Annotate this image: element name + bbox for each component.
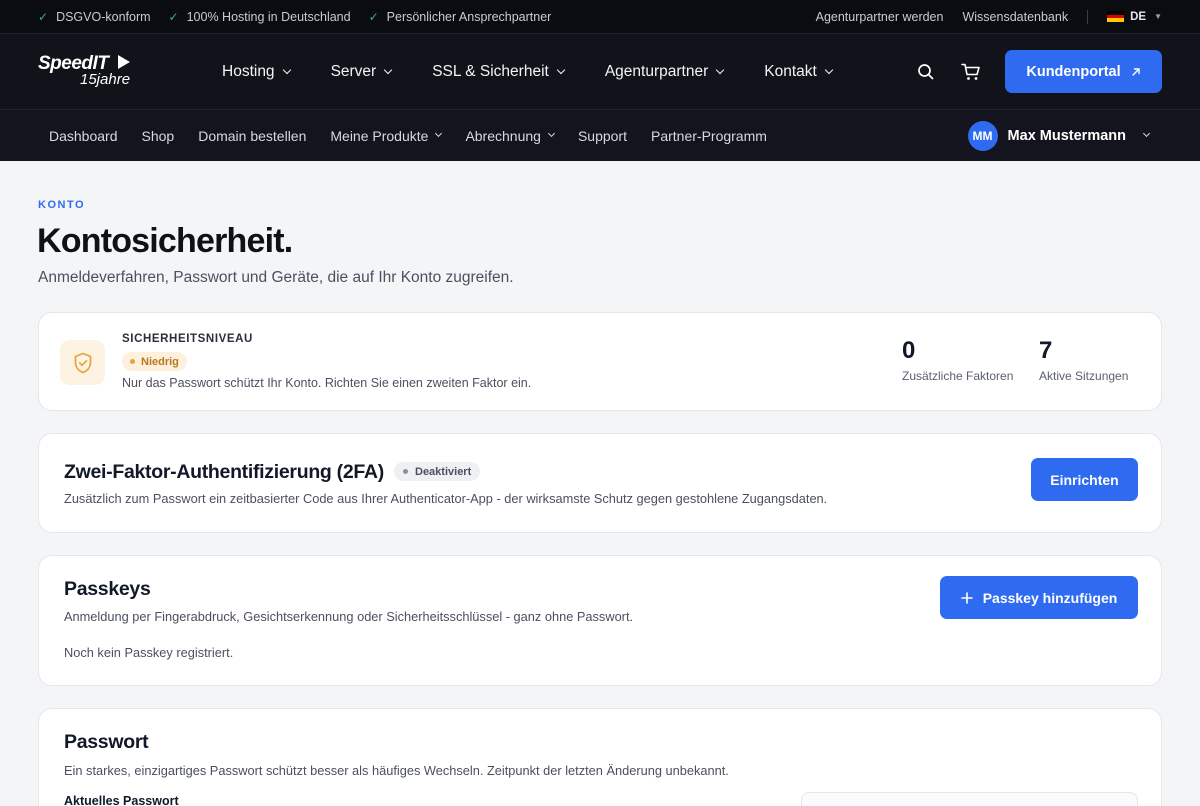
search-icon[interactable] [917, 63, 935, 81]
chevron-down-icon [556, 65, 566, 74]
subnav-partner-program[interactable]: Partner-Programm [651, 128, 767, 144]
nav-hosting[interactable]: Hosting [222, 63, 291, 81]
check-icon: ✓ [368, 9, 379, 24]
stat-additional-factors: 0 Zusätzliche Faktoren [902, 337, 1014, 383]
logo-arrow-icon [118, 54, 130, 69]
status-dot-icon [403, 469, 408, 474]
chevron-down-icon [282, 65, 291, 74]
check-icon: ✓ [168, 9, 179, 24]
speedit-logo[interactable]: SpeedIT 15jahre [38, 52, 148, 92]
nav-contact[interactable]: Kontakt [764, 63, 834, 81]
caret-down-icon: ▼ [1154, 12, 1162, 21]
security-level-label: SICHERHEITSNIVEAU [122, 333, 253, 345]
chevron-down-icon [715, 65, 725, 74]
status-badge: Deaktiviert [394, 462, 481, 481]
chevron-down-icon [1142, 129, 1151, 138]
page-title: Kontosicherheit. [37, 222, 293, 260]
top-bar: ✓ DSGVO-konform ✓ 100% Hosting in Deutschl… [0, 0, 1200, 33]
two-factor-card: Zwei-Faktor-Authentifizierung (2FA) Deak… [38, 433, 1162, 533]
customer-portal-button[interactable]: Kundenportal [1005, 50, 1162, 93]
shield-icon [60, 340, 105, 385]
subnav-billing[interactable]: Abrechnung [465, 128, 555, 144]
stat-active-sessions: 7 Aktive Sitzungen [1039, 337, 1129, 383]
divider [1087, 9, 1089, 24]
passkeys-card: Passkeys Anmeldung per Fingerabdruck, Ge… [38, 555, 1162, 686]
external-arrow-icon [1131, 67, 1140, 76]
nav-ssl-security[interactable]: SSL & Sicherheit [432, 63, 566, 81]
subnav-dashboard[interactable]: Dashboard [49, 128, 118, 144]
subnav-support[interactable]: Support [578, 128, 627, 144]
main-navigation: SpeedIT 15jahre Hosting Server SSL & Sic… [0, 33, 1200, 110]
passkeys-empty-state: Noch kein Passkey registriert. [64, 645, 234, 660]
two-factor-title: Zwei-Faktor-Authentifizierung (2FA) [64, 461, 384, 483]
german-flag-icon [1107, 11, 1125, 23]
chevron-down-icon [824, 65, 834, 74]
nav-server[interactable]: Server [331, 63, 393, 81]
plus-icon [960, 591, 973, 604]
status-dot-icon [130, 359, 135, 364]
page-eyebrow: KONTO [38, 199, 86, 211]
chevron-down-icon [435, 129, 443, 138]
page-subtitle: Anmeldeverfahren, Passwort und Geräte, d… [38, 269, 514, 286]
nav-agency-partner[interactable]: Agenturpartner [605, 63, 725, 81]
feature-item: ✓ DSGVO-konform [38, 9, 151, 24]
avatar: MM [967, 120, 998, 151]
language-switcher[interactable]: DE ▼ [1107, 11, 1162, 23]
security-level-description: Nur das Passwort schützt Ihr Konto. Rich… [122, 376, 532, 390]
knowledge-base-link[interactable]: Wissensdatenbank [962, 10, 1068, 24]
subnav-shop[interactable]: Shop [142, 128, 175, 144]
security-level-card: SICHERHEITSNIVEAU Niedrig Nur das Passwo… [38, 312, 1162, 411]
chevron-down-icon [383, 65, 393, 74]
feature-item: ✓ 100% Hosting in Deutschland [168, 9, 351, 24]
passkeys-description: Anmeldung per Fingerabdruck, Gesichtserk… [64, 609, 634, 624]
portal-subnavigation: Dashboard Shop Domain bestellen Meine Pr… [0, 110, 1200, 161]
subnav-domain-order[interactable]: Domain bestellen [198, 128, 306, 144]
subnav-my-products[interactable]: Meine Produkte [330, 128, 443, 144]
current-password-field[interactable] [801, 792, 1138, 806]
password-description: Ein starkes, einzigartiges Passwort schü… [64, 763, 729, 778]
chevron-down-icon [547, 129, 555, 138]
add-passkey-button[interactable]: Passkey hinzufügen [940, 576, 1138, 619]
cart-icon[interactable] [961, 63, 981, 81]
security-level-badge: Niedrig [122, 352, 187, 371]
two-factor-description: Zusätzlich zum Passwort ein zeitbasierte… [64, 491, 828, 506]
agency-partner-link[interactable]: Agenturpartner werden [816, 10, 944, 24]
user-menu[interactable]: MM Max Mustermann [967, 120, 1151, 151]
password-title: Passwort [64, 731, 149, 753]
check-icon: ✓ [38, 9, 49, 24]
user-name: Max Mustermann [1007, 127, 1126, 144]
setup-2fa-button[interactable]: Einrichten [1031, 458, 1138, 501]
passkeys-title: Passkeys [64, 578, 151, 600]
current-password-label: Aktuelles Passwort [64, 794, 179, 806]
password-card: Passwort Ein starkes, einzigartiges Pass… [38, 708, 1162, 806]
feature-item: ✓ Persönlicher Ansprechpartner [368, 9, 552, 24]
